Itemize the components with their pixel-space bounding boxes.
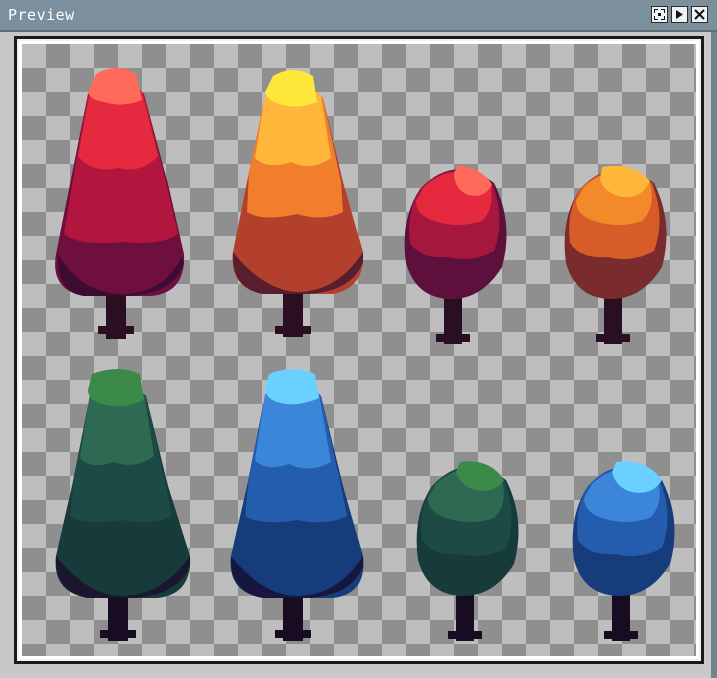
window-edge xyxy=(711,32,717,678)
window-title: Preview xyxy=(8,6,75,24)
tree-red-tall xyxy=(55,68,185,339)
fit-view-button[interactable] xyxy=(651,6,668,23)
tree-green-round xyxy=(416,461,519,641)
play-button[interactable] xyxy=(671,6,688,23)
fit-view-icon xyxy=(654,9,665,20)
close-icon xyxy=(694,9,705,20)
play-icon xyxy=(674,9,685,20)
canvas-frame xyxy=(14,36,704,664)
tree-blue-tall xyxy=(230,369,364,641)
tree-red-round xyxy=(404,165,507,344)
tree-orange-round xyxy=(564,165,667,344)
preview-window: Preview xyxy=(0,0,717,678)
tree-yellow-orange-tall xyxy=(232,70,364,337)
tree-blue-round xyxy=(572,461,675,641)
tree-green-tall xyxy=(55,369,191,641)
preview-canvas[interactable] xyxy=(22,44,696,656)
close-button[interactable] xyxy=(691,6,708,23)
preview-client-area xyxy=(4,32,711,672)
title-bar[interactable]: Preview xyxy=(0,0,717,32)
